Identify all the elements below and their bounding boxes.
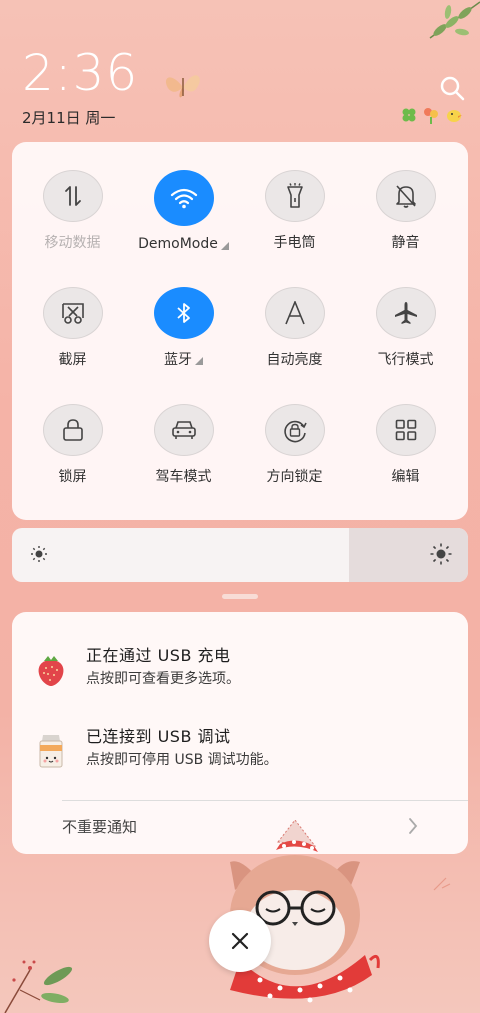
tile-label: 手电筒 [273, 235, 316, 251]
tile-circle[interactable] [153, 404, 214, 456]
tile-label: 静音 [391, 235, 420, 251]
tile-driving-mode[interactable]: 驾车模式 [128, 376, 239, 486]
tile-wifi[interactable]: DemoMode [128, 142, 239, 252]
tile-circle[interactable] [264, 287, 325, 339]
tile-circle[interactable] [375, 287, 436, 339]
bell-off-icon [395, 185, 416, 208]
airplane-icon [394, 302, 417, 324]
tile-circle[interactable] [42, 287, 103, 339]
tile-label: 移动数据 [44, 235, 101, 251]
flowers-icon [424, 108, 438, 124]
brightness-low-icon [31, 546, 47, 562]
tile-circle[interactable] [264, 170, 325, 222]
quick-settings-panel: 移动数据 DemoMode 手电筒 静音 截屏 蓝牙 自动亮度 飞行模式 锁屏 … [12, 142, 468, 520]
letter-a-icon [284, 301, 305, 325]
notification-title: 正在通过 USB 充电 [86, 646, 231, 665]
bluetooth-icon [176, 303, 190, 323]
tile-flashlight[interactable]: 手电筒 [239, 142, 350, 252]
chick-icon [447, 110, 462, 122]
chevron-right-icon[interactable] [406, 816, 420, 836]
tile-airplane[interactable]: 飞行模式 [350, 259, 461, 369]
drag-handle[interactable] [222, 594, 258, 599]
arrows-updown-icon [64, 186, 81, 206]
tile-circle[interactable] [42, 170, 103, 222]
notification-title: 已连接到 USB 调试 [86, 727, 231, 746]
brightness-high-icon [430, 543, 452, 565]
tile-mobile-data[interactable]: 移动数据 [17, 142, 128, 252]
notifications-panel: 正在通过 USB 充电 点按即可查看更多选项。 已连接到 USB 调试 点按即可… [12, 612, 468, 854]
sparkle-decoration-icon [433, 877, 451, 891]
tile-auto-brightness[interactable]: 自动亮度 [239, 259, 350, 369]
branch-decoration-icon [4, 960, 73, 1013]
tile-circle[interactable] [42, 404, 103, 456]
tile-screenshot[interactable]: 截屏 [17, 259, 128, 369]
brightness-slider[interactable] [12, 528, 468, 582]
tile-label: 飞行模式 [377, 352, 434, 368]
tile-label: 锁屏 [58, 469, 87, 485]
tile-mute[interactable]: 静音 [350, 142, 461, 252]
date-label: 2月11日 周一 [22, 109, 116, 127]
strawberry-icon [38, 656, 64, 686]
submenu-triangle-icon[interactable] [220, 242, 229, 250]
submenu-triangle-icon[interactable] [195, 357, 203, 365]
close-icon [231, 932, 249, 950]
flashlight-icon [286, 183, 303, 208]
tile-label: DemoMode [138, 236, 229, 252]
tile-label: 编辑 [391, 469, 420, 485]
clock-time: 2:36 [22, 44, 139, 102]
notification-subtitle: 点按即可停用 USB 调试功能。 [86, 752, 278, 768]
tile-circle[interactable] [264, 404, 325, 456]
tile-label: 驾车模式 [155, 469, 212, 485]
car-icon [171, 421, 196, 439]
notification-usb-debugging[interactable]: 已连接到 USB 调试 点按即可停用 USB 调试功能。 [12, 721, 468, 781]
notification-usb-charging[interactable]: 正在通过 USB 充电 点按即可查看更多选项。 [12, 640, 468, 700]
tile-circle[interactable] [153, 287, 214, 339]
leaves-decoration-icon [429, 1, 480, 39]
clover-icon [402, 108, 416, 122]
tile-rotation-lock[interactable]: 方向锁定 [239, 376, 350, 486]
tile-label: 自动亮度 [266, 352, 323, 368]
tile-label: 蓝牙 [164, 349, 203, 369]
milk-carton-icon [39, 735, 63, 768]
butterfly-decoration-icon [165, 75, 200, 98]
tile-edit[interactable]: 编辑 [350, 376, 461, 486]
tile-circle[interactable] [153, 170, 214, 226]
tile-circle[interactable] [375, 170, 436, 222]
notification-subtitle: 点按即可查看更多选项。 [86, 671, 240, 687]
status-icons [400, 106, 470, 126]
close-button[interactable] [209, 910, 271, 972]
tile-lock-screen[interactable]: 锁屏 [17, 376, 128, 486]
minor-notifications-label[interactable]: 不重要通知 [62, 816, 137, 837]
divider [62, 800, 468, 801]
lock-icon [62, 419, 83, 441]
rotation-lock-icon [283, 420, 307, 443]
grid-icon [395, 419, 416, 441]
tile-bluetooth[interactable]: 蓝牙 [128, 259, 239, 369]
tile-label: 截屏 [58, 352, 87, 368]
wifi-icon [170, 188, 197, 209]
tile-label: 方向锁定 [266, 469, 323, 485]
scissors-icon [61, 303, 84, 324]
search-icon[interactable] [438, 74, 466, 102]
tile-circle[interactable] [375, 404, 436, 456]
